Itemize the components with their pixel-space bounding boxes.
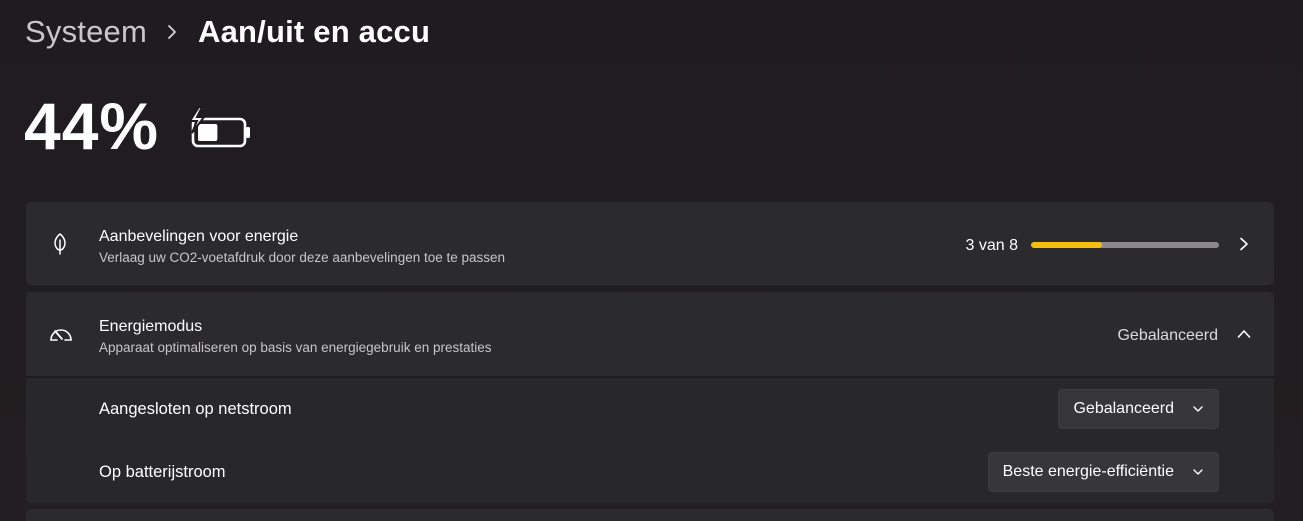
chevron-right-icon — [167, 22, 181, 42]
on-battery-label: Op batterijstroom — [99, 463, 226, 481]
energy-recommendations-card[interactable]: Aanbevelingen voor energie Verlaag uw CO… — [26, 202, 1274, 285]
battery-status: 44% — [24, 90, 255, 162]
plugged-in-label: Aangesloten op netstroom — [99, 400, 292, 418]
battery-charging-icon — [185, 105, 255, 151]
on-battery-mode-value: Beste energie-efficiëntie — [1002, 463, 1174, 480]
recommendations-progress-text: 3 van 8 — [965, 237, 1018, 254]
chevron-down-icon — [1192, 403, 1204, 415]
page-title: Aan/uit en accu — [198, 14, 431, 49]
breadcrumb-parent-link[interactable]: Systeem — [25, 14, 147, 50]
on-battery-mode-dropdown[interactable]: Beste energie-efficiëntie — [987, 452, 1219, 492]
chevron-right-icon[interactable] — [1237, 237, 1251, 251]
gauge-icon — [48, 322, 72, 346]
plugged-in-mode-value: Gebalanceerd — [1073, 400, 1174, 417]
breadcrumb: Systeem Aan/uit en accu — [25, 12, 430, 52]
power-mode-settings: Aangesloten op netstroom Gebalanceerd Op… — [26, 377, 1274, 503]
next-settings-card[interactable] — [26, 509, 1274, 521]
power-mode-current-value: Gebalanceerd — [1117, 327, 1218, 344]
power-mode-subtitle: Apparaat optimaliseren op basis van ener… — [99, 340, 492, 355]
chevron-up-icon[interactable] — [1237, 327, 1251, 341]
battery-percent: 44% — [24, 89, 160, 163]
power-mode-title: Energiemodus — [99, 318, 203, 335]
plugged-in-mode-dropdown[interactable]: Gebalanceerd — [1058, 389, 1219, 429]
recommendations-subtitle: Verlaag uw CO2-voetafdruk door deze aanb… — [99, 250, 506, 265]
leaf-icon — [48, 232, 72, 256]
recommendations-progress-fill — [1031, 242, 1102, 248]
power-mode-card[interactable]: Energiemodus Apparaat optimaliseren op b… — [26, 292, 1274, 376]
chevron-down-icon — [1192, 466, 1204, 478]
settings-page: Systeem Aan/uit en accu 44% Aanbevelinge… — [0, 0, 1303, 521]
recommendations-progress-bar — [1031, 242, 1219, 248]
recommendations-title: Aanbevelingen voor energie — [99, 228, 299, 245]
